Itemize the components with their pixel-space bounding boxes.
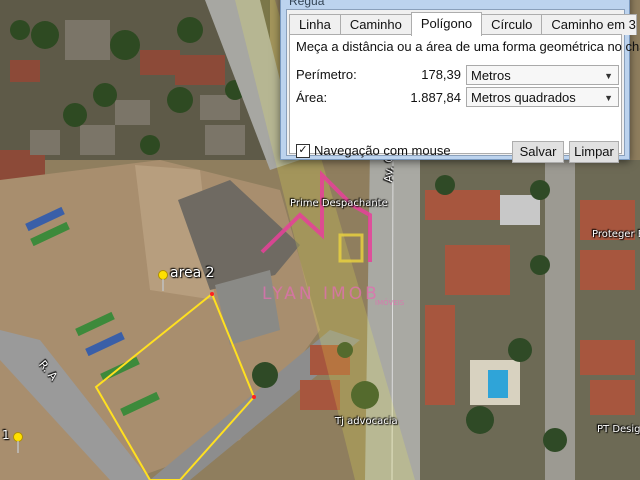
pushpin-icon[interactable] <box>12 432 24 454</box>
place-label-tj: Tj advocacia <box>335 416 398 427</box>
pin-placemark-label: 1 <box>2 428 10 442</box>
save-button[interactable]: Salvar <box>512 141 564 163</box>
ruler-dialog: Régua Linha Caminho Polígono Círculo Cam… <box>280 0 640 163</box>
area-unit-value: Metros quadrados <box>471 90 576 105</box>
clear-button[interactable]: Limpar <box>569 141 619 163</box>
mouse-navigation-label: Navegação com mouse <box>314 143 451 158</box>
chevron-down-icon: ▼ <box>604 71 613 81</box>
perimeter-unit-value: Metros <box>471 68 511 83</box>
dialog-body: Linha Caminho Polígono Círculo Caminho e… <box>286 9 640 163</box>
tab-path-3d[interactable]: Caminho em 3D <box>541 14 638 35</box>
watermark-subtext: IMÓVEIS <box>375 299 405 307</box>
perimeter-label: Perímetro: <box>296 67 357 82</box>
tab-path[interactable]: Caminho <box>339 14 412 35</box>
description-text: Meça a distância ou a área de uma forma … <box>296 39 640 54</box>
polygon-panel: Meça a distância ou a área de uma forma … <box>289 34 640 163</box>
tab-strip: Linha Caminho Polígono Círculo Caminho e… <box>289 12 638 36</box>
place-label-proteger: Proteger B <box>592 229 640 240</box>
area-unit-select[interactable]: Metros quadrados ▼ <box>466 87 619 107</box>
area-label: Área: <box>296 90 328 105</box>
place-label-prime: Prime Despachante <box>290 198 388 209</box>
place-label-pt: PT Desig <box>597 424 640 435</box>
checkmark-icon[interactable]: ✓ <box>296 143 310 158</box>
watermark-text: LYAN IMOB <box>262 284 380 304</box>
tab-polygon[interactable]: Polígono <box>410 12 483 36</box>
area-value: 1.887,84 <box>410 90 461 105</box>
pushpin-icon[interactable] <box>157 270 169 292</box>
chevron-down-icon: ▼ <box>604 93 613 103</box>
tab-line[interactable]: Linha <box>289 14 341 35</box>
perimeter-unit-select[interactable]: Metros ▼ <box>466 65 619 85</box>
area-placemark-label: area 2 <box>170 265 215 281</box>
tab-circle[interactable]: Círculo <box>481 14 543 35</box>
perimeter-value: 178,39 <box>421 67 461 82</box>
mouse-navigation-checkbox[interactable]: ✓ Navegação com mouse <box>296 143 451 158</box>
